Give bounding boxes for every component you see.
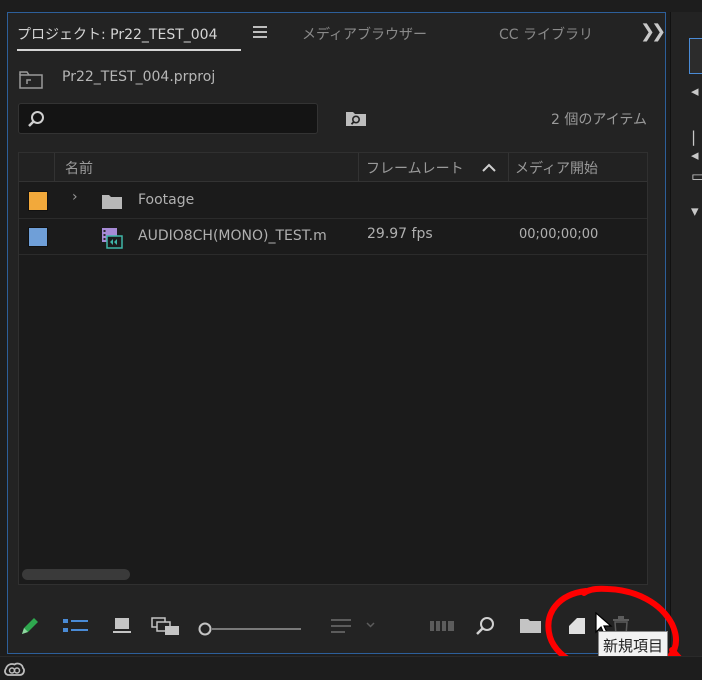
horizontal-scrollbar[interactable]: [22, 569, 130, 580]
column-header-name[interactable]: 名前: [65, 158, 93, 178]
list-header: 名前 フレームレート メディア開始: [19, 153, 647, 182]
panel-tabs: プロジェクト: Pr22_TEST_004 メディアブラウザー CC ライブラリ…: [8, 13, 666, 53]
project-panel: プロジェクト: Pr22_TEST_004 メディアブラウザー CC ライブラリ…: [7, 12, 666, 654]
column-header-frame-rate[interactable]: フレームレート: [366, 158, 464, 178]
project-item-list: 名前 フレームレート メディア開始 › Footage AUDIO8CH(MON…: [18, 152, 648, 585]
item-count: 2 個のアイテム: [551, 112, 647, 128]
step-back-icon[interactable]: ◂: [691, 82, 699, 100]
find-bin-icon[interactable]: [345, 109, 367, 127]
new-item-icon[interactable]: [566, 615, 588, 637]
automate-to-sequence-icon[interactable]: [429, 615, 455, 637]
disclosure-triangle-icon[interactable]: ›: [72, 189, 78, 205]
item-frame-rate: 29.97 fps: [367, 226, 433, 242]
adjacent-panel: ◂ |◂ ▭ ▾: [670, 12, 702, 656]
item-name: AUDIO8CH(MONO)_TEST.m: [138, 228, 327, 244]
list-item[interactable]: AUDIO8CH(MONO)_TEST.m 29.97 fps 00;00;00…: [19, 219, 647, 255]
sort-ascending-icon[interactable]: [481, 162, 497, 172]
list-view-icon[interactable]: [62, 615, 90, 637]
search-field[interactable]: [18, 103, 318, 134]
creative-cloud-icon[interactable]: [3, 660, 25, 678]
label-color-swatch[interactable]: [28, 227, 48, 247]
bottom-toolbar: [8, 607, 665, 647]
project-file-icon: [19, 71, 43, 89]
item-name: Footage: [138, 192, 195, 208]
column-separator[interactable]: [358, 153, 359, 182]
bin-folder-icon: [102, 195, 122, 209]
panel-menu-icon[interactable]: [253, 26, 267, 40]
go-to-in-icon[interactable]: |◂: [691, 128, 702, 164]
pencil-icon[interactable]: [19, 615, 41, 637]
column-header-media-start[interactable]: メディア開始: [515, 158, 598, 178]
tab-project[interactable]: プロジェクト: Pr22_TEST_004: [17, 24, 218, 44]
list-item[interactable]: › Footage: [19, 183, 647, 219]
column-separator: [54, 153, 55, 182]
tab-overflow-icon[interactable]: ❯❯: [640, 21, 666, 42]
project-file-name: Pr22_TEST_004.prproj: [62, 69, 216, 85]
tab-media-browser[interactable]: メディアブラウザー: [302, 24, 427, 44]
new-bin-icon[interactable]: [519, 615, 543, 637]
marker-icon[interactable]: ▾: [691, 202, 699, 220]
item-media-start: 00;00;00;00: [519, 227, 599, 242]
search-icon: [28, 111, 44, 127]
icon-view-icon[interactable]: [112, 615, 132, 637]
frame-icon[interactable]: ▭: [691, 167, 702, 185]
audio-clip-icon: [102, 228, 123, 249]
adjacent-panel-tab[interactable]: [689, 38, 702, 74]
active-tab-underline: [17, 49, 241, 51]
tab-cc-libraries[interactable]: CC ライブラリ: [499, 24, 593, 44]
zoom-slider[interactable]: [198, 621, 308, 636]
status-bar: [0, 656, 702, 680]
column-separator[interactable]: [508, 153, 509, 182]
find-icon[interactable]: [474, 615, 496, 637]
label-color-swatch[interactable]: [28, 191, 48, 211]
sort-icons-icon[interactable]: [330, 615, 376, 637]
freeform-view-icon[interactable]: [151, 615, 181, 637]
search-input[interactable]: [53, 108, 308, 130]
